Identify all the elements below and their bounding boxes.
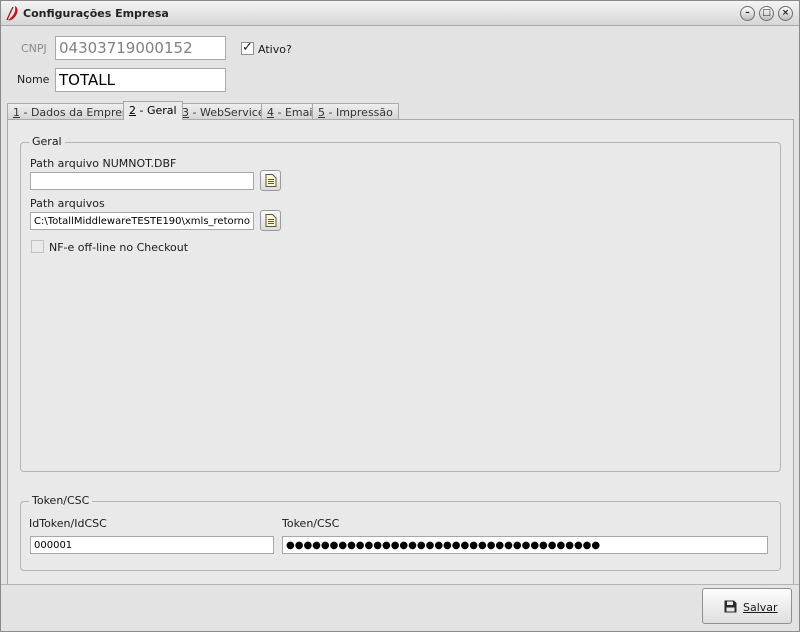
save-label: Salvar	[743, 601, 778, 614]
nfe-offline-label: NF-e off-line no Checkout	[49, 241, 189, 254]
cnpj-label: CNPJ	[21, 42, 47, 55]
tab-page-geral: Geral Path arquivo NUMNOT.DBF Path arqui…	[7, 119, 794, 585]
document-icon	[265, 174, 277, 187]
browse-numnot-button[interactable]	[260, 170, 281, 191]
tab-label: - Dados da Empresa	[20, 106, 135, 119]
ativo-label: Ativo?	[258, 43, 292, 56]
tab-impressao[interactable]: 5 - Impressão	[312, 103, 399, 120]
path-numnot-field[interactable]	[30, 172, 254, 190]
cnpj-field[interactable]	[55, 36, 226, 60]
token-csc-group-title: Token/CSC	[29, 494, 93, 507]
tab-label: - WebService	[189, 106, 265, 119]
tab-label: - Geral	[136, 104, 177, 117]
save-label-text: Salvar	[743, 601, 778, 614]
nfe-offline-checkbox[interactable]	[31, 240, 44, 253]
token-label: Token/CSC	[282, 517, 340, 530]
close-icon[interactable]: ×	[778, 6, 793, 21]
tab-label: - Impressão	[325, 106, 393, 119]
ativo-checkbox[interactable]	[241, 40, 254, 55]
tab-key: 4	[267, 106, 274, 119]
tab-key: 2	[129, 104, 136, 117]
maximize-icon[interactable]: □	[759, 6, 774, 21]
nome-label: Nome	[17, 73, 50, 86]
tab-key: 5	[318, 106, 325, 119]
idtoken-field[interactable]	[30, 536, 274, 554]
minimize-icon[interactable]: –	[740, 6, 755, 21]
floppy-disk-icon	[724, 600, 737, 613]
token-field[interactable]	[282, 536, 768, 554]
tab-webservice[interactable]: 3 - WebService	[176, 103, 271, 120]
tab-label: - Email	[274, 106, 316, 119]
idtoken-label: IdToken/IdCSC	[29, 517, 107, 530]
tab-dados-da-empresa[interactable]: 1 - Dados da Empresa	[7, 103, 141, 120]
tab-key: 1	[13, 106, 20, 119]
nome-field[interactable]	[55, 68, 226, 92]
window-title: Configurações Empresa	[23, 7, 169, 20]
token-csc-group: Token/CSC IdToken/IdCSC Token/CSC	[20, 494, 781, 571]
config-window: Configurações Empresa – □ × CNPJ Ativo? …	[0, 0, 800, 632]
tab-key: 3	[182, 106, 189, 119]
geral-group: Geral Path arquivo NUMNOT.DBF Path arqui…	[20, 135, 781, 472]
path-arquivos-label: Path arquivos	[30, 197, 105, 210]
save-button[interactable]: Salvar	[702, 588, 792, 624]
title-bar: Configurações Empresa – □ ×	[1, 1, 799, 26]
path-numnot-label: Path arquivo NUMNOT.DBF	[30, 157, 177, 170]
document-icon	[265, 214, 277, 227]
tab-geral[interactable]: 2 - Geral	[123, 101, 183, 120]
browse-arquivos-button[interactable]	[260, 210, 281, 231]
app-logo-icon	[6, 6, 18, 21]
footer-separator	[1, 584, 799, 585]
geral-group-title: Geral	[29, 135, 65, 148]
path-arquivos-field[interactable]	[30, 212, 254, 230]
